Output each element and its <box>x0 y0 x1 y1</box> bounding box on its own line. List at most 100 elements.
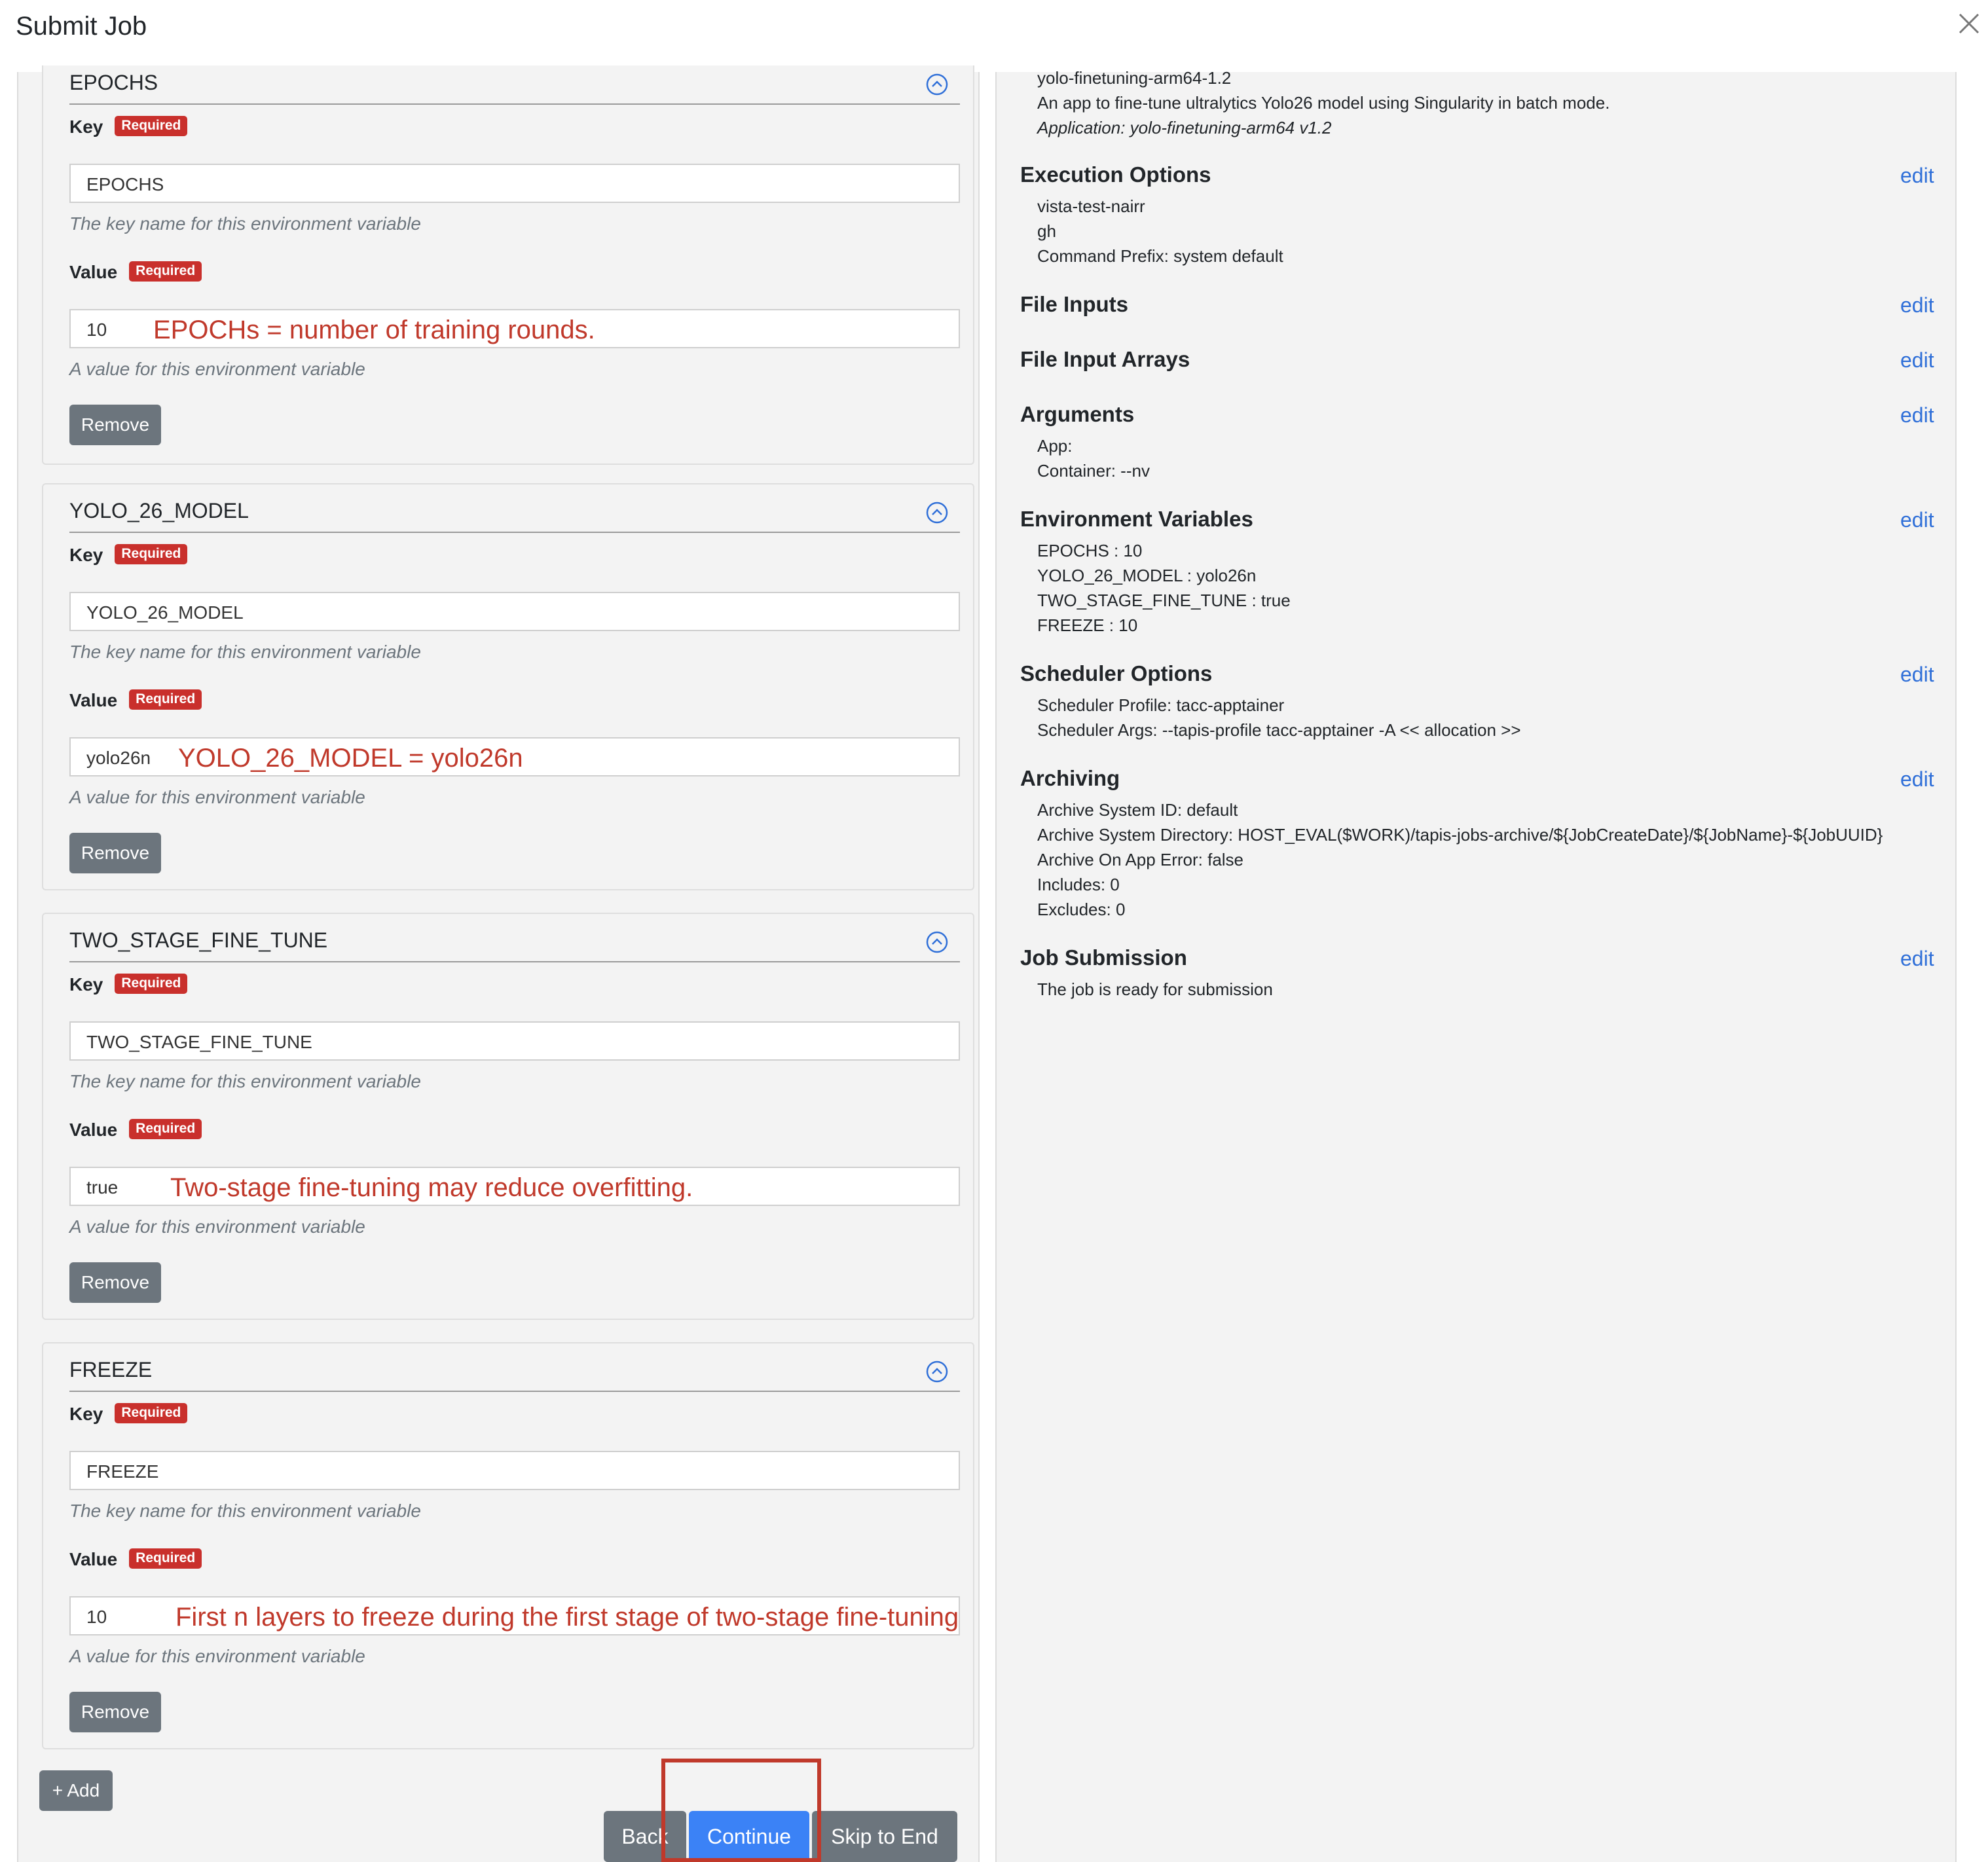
value-help-text: A value for this environment variable <box>69 359 365 379</box>
edit-arguments-link[interactable]: edit <box>1900 403 1934 428</box>
summary-line: The job is ready for submission <box>1037 979 1273 999</box>
key-input[interactable]: FREEZE <box>69 1451 960 1490</box>
key-input-value: FREEZE <box>86 1461 159 1482</box>
required-badge: Required <box>115 974 188 995</box>
key-label: Key Required <box>69 544 188 566</box>
env-vars-form-panel: EPOCHS Key Required EPOCHS The key name f… <box>17 65 980 1862</box>
value-label: Value Required <box>69 1548 202 1571</box>
env-var-card: EPOCHS Key Required EPOCHS The key name f… <box>42 65 974 465</box>
key-label: Key Required <box>69 974 188 996</box>
key-label: Key Required <box>69 1403 188 1425</box>
value-input-value: yolo26n <box>86 748 151 768</box>
edit-environment-variables-link[interactable]: edit <box>1900 508 1934 532</box>
remove-button[interactable]: Remove <box>69 833 161 873</box>
section-title-environment-variables: Environment Variables <box>1020 507 1253 531</box>
required-badge: Required <box>115 1403 188 1424</box>
value-input-value: true <box>86 1177 119 1197</box>
key-input-value: EPOCHS <box>86 174 164 194</box>
divider <box>69 103 960 105</box>
required-badge: Required <box>129 1548 202 1569</box>
key-input[interactable]: EPOCHS <box>69 164 960 203</box>
edit-scheduler-options-link[interactable]: edit <box>1900 663 1934 687</box>
value-input[interactable]: 10 EPOCHs = number of training rounds. <box>69 309 960 348</box>
env-var-card-title: TWO_STAGE_FINE_TUNE <box>69 928 328 952</box>
section-title-scheduler-options: Scheduler Options <box>1020 661 1213 685</box>
summary-line: gh <box>1037 221 1056 241</box>
collapse-icon[interactable] <box>925 1359 949 1384</box>
summary-line: Container: --nv <box>1037 461 1150 481</box>
key-help-text: The key name for this environment variab… <box>69 213 421 234</box>
env-var-card-title: EPOCHS <box>69 71 158 94</box>
collapse-icon[interactable] <box>925 500 949 525</box>
summary-line: App: <box>1037 436 1073 456</box>
summary-line: EPOCHS : 10 <box>1037 541 1143 560</box>
edit-job-submission-link[interactable]: edit <box>1900 947 1934 971</box>
env-var-card: FREEZE Key Required FREEZE The key name f… <box>42 1342 974 1749</box>
value-input[interactable]: 10 First n layers to freeze during the f… <box>69 1596 960 1635</box>
summary-line: Command Prefix: system default <box>1037 246 1283 266</box>
env-var-card: YOLO_26_MODEL Key Required YOLO_26_MODEL … <box>42 483 974 890</box>
value-label: Value Required <box>69 1119 202 1141</box>
required-badge: Required <box>129 689 202 710</box>
edit-file-inputs-link[interactable]: edit <box>1900 293 1934 318</box>
summary-line: Archive On App Error: false <box>1037 850 1244 869</box>
app-id: yolo-finetuning-arm64-1.2 <box>1037 68 1232 88</box>
summary-line: vista-test-nairr <box>1037 196 1145 216</box>
key-input-value: TWO_STAGE_FINE_TUNE <box>86 1032 312 1052</box>
value-input[interactable]: true Two-stage fine-tuning may reduce ov… <box>69 1167 960 1206</box>
section-title-arguments: Arguments <box>1020 402 1135 426</box>
key-input[interactable]: TWO_STAGE_FINE_TUNE <box>69 1021 960 1061</box>
summary-line: YOLO_26_MODEL : yolo26n <box>1037 566 1257 585</box>
summary-line: Archive System ID: default <box>1037 800 1238 820</box>
edit-archiving-link[interactable]: edit <box>1900 767 1934 792</box>
summary-line: Scheduler Args: --tapis-profile tacc-app… <box>1037 720 1521 740</box>
app-description: An app to fine-tune ultralytics Yolo26 m… <box>1037 93 1610 113</box>
required-badge: Required <box>129 261 202 282</box>
summary-line: TWO_STAGE_FINE_TUNE : true <box>1037 591 1291 610</box>
modal-header: Submit Job <box>0 0 1988 72</box>
divider <box>69 1391 960 1392</box>
summary-line: Excludes: 0 <box>1037 900 1126 919</box>
value-label: Value Required <box>69 689 202 712</box>
value-help-text: A value for this environment variable <box>69 787 365 807</box>
section-title-archiving: Archiving <box>1020 766 1120 790</box>
edit-file-input-arrays-link[interactable]: edit <box>1900 348 1934 373</box>
app-application: Application: yolo-finetuning-arm64 v1.2 <box>1037 118 1332 137</box>
summary-line: Includes: 0 <box>1037 875 1120 894</box>
annotation-text: Two-stage fine-tuning may reduce overfit… <box>170 1173 693 1202</box>
section-title-job-submission: Job Submission <box>1020 945 1187 970</box>
value-label: Value Required <box>69 261 202 283</box>
annotation-text: EPOCHs = number of training rounds. <box>153 316 595 344</box>
key-label: Key Required <box>69 116 188 138</box>
remove-button[interactable]: Remove <box>69 1692 161 1732</box>
value-input[interactable]: yolo26n YOLO_26_MODEL = yolo26n <box>69 737 960 776</box>
remove-button[interactable]: Remove <box>69 405 161 445</box>
value-help-text: A value for this environment variable <box>69 1216 365 1237</box>
section-title-file-input-arrays: File Input Arrays <box>1020 347 1190 371</box>
divider <box>69 961 960 962</box>
key-input[interactable]: YOLO_26_MODEL <box>69 592 960 631</box>
remove-button[interactable]: Remove <box>69 1262 161 1303</box>
env-var-card: TWO_STAGE_FINE_TUNE Key Required TWO_STAG… <box>42 913 974 1320</box>
required-badge: Required <box>129 1119 202 1140</box>
edit-execution-options-link[interactable]: edit <box>1900 164 1934 188</box>
skip-to-end-button[interactable]: Skip to End <box>812 1811 957 1862</box>
add-env-var-button[interactable]: + Add <box>39 1770 113 1811</box>
env-var-card-title: YOLO_26_MODEL <box>69 499 249 522</box>
close-icon[interactable] <box>1955 9 1983 38</box>
collapse-icon[interactable] <box>925 72 949 97</box>
key-help-text: The key name for this environment variab… <box>69 642 421 662</box>
required-badge: Required <box>115 544 188 565</box>
key-input-value: YOLO_26_MODEL <box>86 602 244 623</box>
section-title-execution-options: Execution Options <box>1020 162 1211 187</box>
key-help-text: The key name for this environment variab… <box>69 1071 421 1091</box>
key-help-text: The key name for this environment variab… <box>69 1501 421 1521</box>
annotation-text: First n layers to freeze during the firs… <box>175 1603 959 1632</box>
env-var-card-title: FREEZE <box>69 1358 153 1381</box>
value-input-value: 10 <box>86 319 107 340</box>
section-title-file-inputs: File Inputs <box>1020 292 1128 316</box>
summary-line: Archive System Directory: HOST_EVAL($WOR… <box>1037 825 1883 845</box>
modal-title: Submit Job <box>16 12 147 41</box>
collapse-icon[interactable] <box>925 930 949 955</box>
job-summary-panel: yolo-finetuning-arm64-1.2 An app to fine… <box>995 68 1957 1862</box>
